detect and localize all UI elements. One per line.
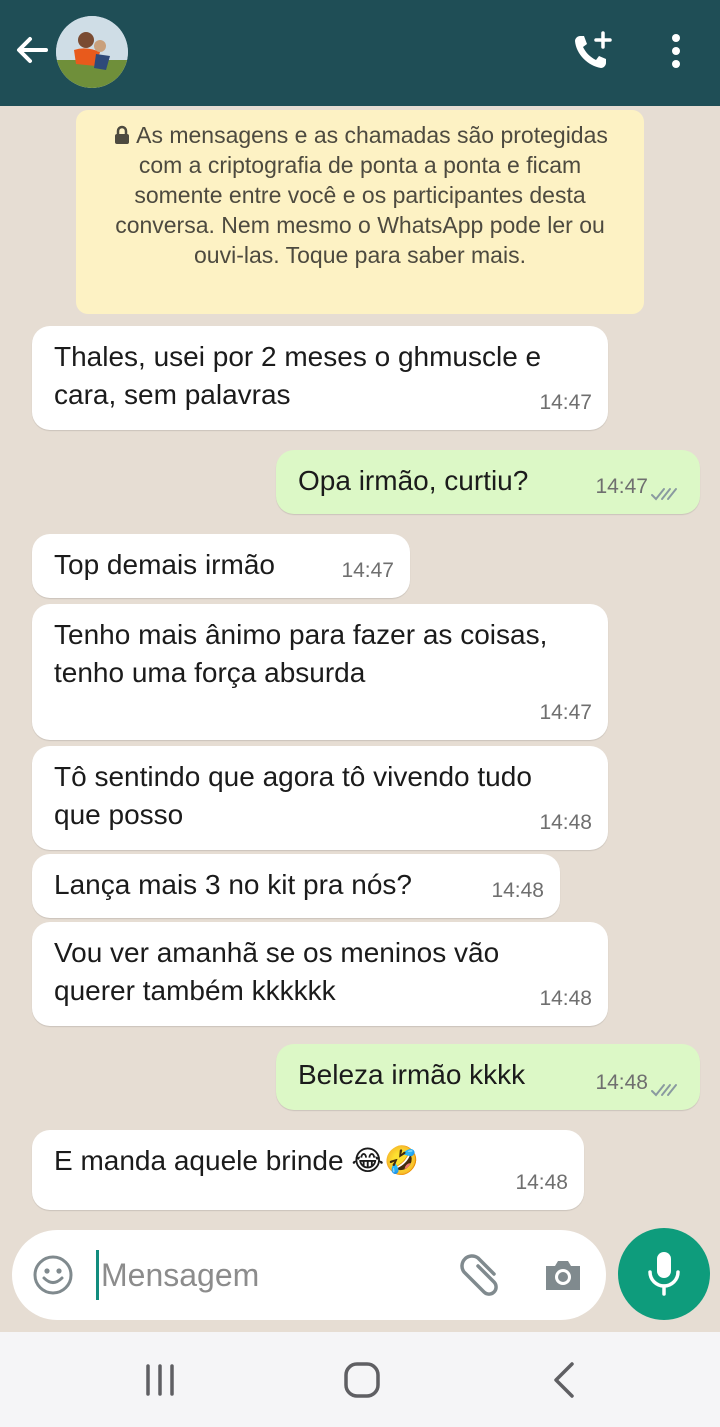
emoji-icon[interactable] <box>32 1254 74 1296</box>
chat-header <box>0 0 720 106</box>
avatar-image <box>56 16 128 88</box>
message-bubble[interactable]: Beleza irmão kkkk 14:48 <box>276 1044 700 1110</box>
message-time: 14:48 <box>491 879 544 902</box>
message-time: 14:48 <box>515 1171 568 1194</box>
encryption-notice[interactable]: As mensagens e as chamadas são protegida… <box>76 110 644 314</box>
home-icon[interactable] <box>340 1360 384 1400</box>
message-text: Tô sentindo que agora tô vivendo tudo qu… <box>54 761 532 830</box>
message-time: 14:47 <box>539 391 592 414</box>
message-bubble[interactable]: Top demais irmão 14:47 <box>32 534 410 598</box>
message-bubble[interactable]: Vou ver amanhã se os meninos vão querer … <box>32 922 608 1026</box>
attach-icon[interactable] <box>456 1254 500 1298</box>
message-text: Vou ver amanhã se os meninos vão querer … <box>54 937 500 1006</box>
message-text: Tenho mais ânimo para fazer as coisas, t… <box>54 619 548 688</box>
read-ticks-icon <box>651 1084 677 1097</box>
voice-record-button[interactable] <box>618 1228 710 1320</box>
message-composer[interactable] <box>12 1230 606 1320</box>
lock-icon <box>115 125 130 144</box>
message-text: E manda aquele brinde 😂🤣 <box>54 1145 419 1176</box>
nav-back-icon[interactable] <box>546 1358 582 1402</box>
recents-icon[interactable] <box>140 1360 180 1400</box>
message-text: Top demais irmão <box>54 549 275 580</box>
call-add-icon[interactable] <box>570 30 614 74</box>
conversation-area[interactable]: As mensagens e as chamadas são protegida… <box>0 106 720 1330</box>
message-time: 14:48 <box>539 811 592 834</box>
message-bubble[interactable]: E manda aquele brinde 😂🤣 14:48 <box>32 1130 584 1210</box>
avatar[interactable] <box>56 16 128 88</box>
message-time: 14:47 <box>595 475 648 498</box>
message-text: Lança mais 3 no kit pra nós? <box>54 869 412 900</box>
mic-icon <box>648 1252 680 1296</box>
read-ticks-icon <box>651 488 677 501</box>
encryption-notice-text: As mensagens e as chamadas são protegida… <box>115 122 608 268</box>
message-input[interactable] <box>96 1250 426 1300</box>
message-bubble[interactable]: Tô sentindo que agora tô vivendo tudo qu… <box>32 746 608 850</box>
message-time: 14:48 <box>539 987 592 1010</box>
message-time: 14:47 <box>539 701 592 724</box>
message-bubble[interactable]: Tenho mais ânimo para fazer as coisas, t… <box>32 604 608 740</box>
message-bubble[interactable]: Thales, usei por 2 meses o ghmuscle e ca… <box>32 326 608 430</box>
back-arrow-icon[interactable] <box>12 30 52 70</box>
camera-icon[interactable] <box>542 1256 584 1294</box>
message-time: 14:48 <box>595 1071 648 1094</box>
message-bubble[interactable]: Opa irmão, curtiu? 14:47 <box>276 450 700 514</box>
message-time: 14:47 <box>341 559 394 582</box>
message-text: Thales, usei por 2 meses o ghmuscle e ca… <box>54 341 542 410</box>
message-bubble[interactable]: Lança mais 3 no kit pra nós? 14:48 <box>32 854 560 918</box>
more-vert-icon[interactable] <box>662 30 690 74</box>
system-nav-bar <box>0 1332 720 1427</box>
